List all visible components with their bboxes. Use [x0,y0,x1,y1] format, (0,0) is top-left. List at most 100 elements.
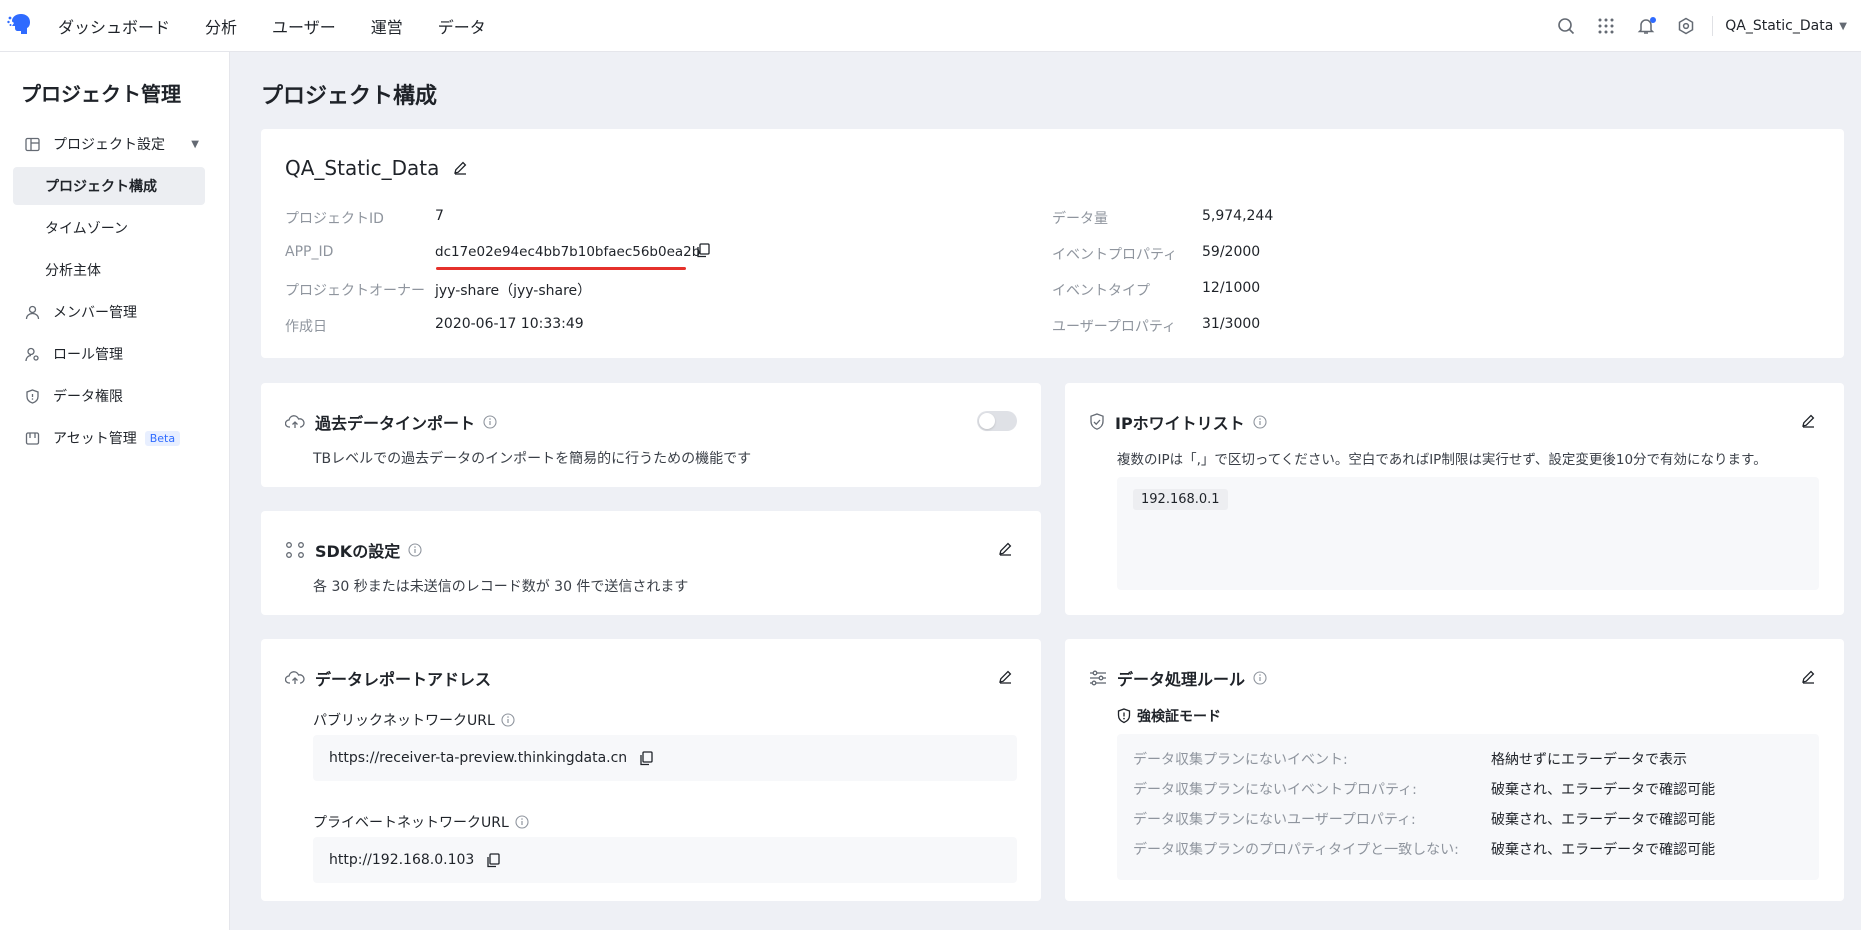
info-circle-icon[interactable] [483,415,497,429]
data-rules-card: データ処理ルール 強検証モード データ収集プランにないイベント: 格納せずにエラ… [1065,639,1844,901]
card-title-text: IPホワイトリスト [1115,414,1245,433]
notification-bell-icon[interactable] [1626,6,1666,46]
private-url-label: プライベートネットワークURL [313,812,529,832]
edit-project-name-icon[interactable] [453,156,468,180]
info-label: APP_ID [285,244,334,260]
info-value: 7 [435,208,444,224]
project-switcher[interactable]: QA_Static_Data ▼ [1725,18,1847,34]
sidebar-item-label: データ権限 [53,389,123,405]
cloud-upload-icon [285,670,305,686]
sidebar: プロジェクト管理 プロジェクト設定 ▼ プロジェクト構成 タイムゾーン 分析主体… [0,52,230,930]
private-url-box: http://192.168.0.103 [313,837,1017,883]
app-id-highlight-underline [436,267,686,270]
info-label: 作成日 [285,319,327,335]
search-icon[interactable] [1546,6,1586,46]
nav-dashboard[interactable]: ダッシュボード [58,14,170,38]
shield-check-icon [1089,413,1105,431]
layout-icon [23,137,41,152]
sidebar-title: プロジェクト管理 [21,82,181,106]
app-logo-icon[interactable] [2,8,38,44]
chevron-down-icon: ▼ [1839,20,1847,32]
toggle-knob [979,413,995,429]
rule-value: 破棄され、エラーデータで確認可能 [1491,782,1716,798]
sidebar-item-project-config[interactable]: プロジェクト構成 [13,167,205,205]
edit-data-rules-icon[interactable] [1798,666,1818,686]
info-value: 31/3000 [1202,316,1261,332]
sidebar-item-label: 分析主体 [45,263,101,279]
sidebar-item-label: メンバー管理 [53,305,137,321]
sidebar-item-roles[interactable]: ロール管理 [13,335,205,373]
info-label: イベントタイプ [1052,283,1150,299]
info-circle-icon[interactable] [1253,671,1267,685]
report-address-card: データレポートアドレス パブリックネットワークURL https://recei… [261,639,1041,901]
info-label: イベントプロパティ [1052,247,1178,263]
rule-key: データ収集プランにないユーザープロパティ: [1133,812,1416,828]
ip-list-box[interactable]: 192.168.0.1 [1117,477,1819,590]
settings-gear-icon[interactable] [1666,6,1706,46]
asset-icon [23,431,41,446]
sdk-settings-desc: 各 30 秒または未送信のレコード数が 30 件で送信されます [313,579,689,595]
rule-key: データ収集プランにないイベントプロパティ: [1133,782,1417,798]
info-circle-icon[interactable] [501,713,515,727]
info-circle-icon[interactable] [408,543,422,557]
sidebar-item-timezone[interactable]: タイムゾーン [13,209,205,247]
nav-data[interactable]: データ [438,14,486,38]
divider [1712,16,1714,36]
data-rules-title: データ処理ルール [1089,666,1267,690]
info-label: プロジェクトオーナー [285,283,425,299]
rule-key: データ収集プランのプロパティタイプと一致しない: [1133,842,1459,858]
info-value: 2020-06-17 10:33:49 [435,316,584,332]
info-value: 12/1000 [1202,280,1261,296]
edit-sdk-settings-icon[interactable] [995,538,1015,558]
nodes-icon [285,541,305,559]
sidebar-item-label: アセット管理 [53,431,137,447]
sdk-settings-card: SDKの設定 各 30 秒または未送信のレコード数が 30 件で送信されます [261,511,1041,615]
info-label: プロジェクトID [285,211,384,227]
project-name: QA_Static_Data [285,156,468,180]
rule-value: 格納せずにエラーデータで表示 [1491,752,1687,768]
copy-app-id-icon[interactable] [696,243,710,262]
card-title-text: SDKの設定 [315,542,401,561]
info-label: データ量 [1052,211,1108,227]
rule-value: 破棄され、エラーデータで確認可能 [1491,812,1716,828]
main-nav: ダッシュボード 分析 ユーザー 運営 データ [58,14,521,38]
sidebar-item-analysis-entity[interactable]: 分析主体 [13,251,205,289]
sidebar-item-data-permission[interactable]: データ権限 [13,377,205,415]
app-id-value: dc17e02e94ec4bb7b10bfaec56b0ea2b [435,244,701,260]
copy-private-url-icon[interactable] [486,852,500,868]
public-url-label: パブリックネットワークURL [313,710,515,730]
cloud-upload-icon [285,414,305,430]
history-import-toggle[interactable] [977,411,1017,431]
sidebar-item-label: プロジェクト設定 [53,137,165,153]
nav-analysis[interactable]: 分析 [205,14,237,38]
info-value: 5,974,244 [1202,208,1274,224]
page-title: プロジェクト構成 [261,84,438,109]
shield-alert-icon [1117,708,1131,724]
info-circle-icon[interactable] [515,815,529,829]
sliders-icon [1089,670,1107,686]
copy-public-url-icon[interactable] [639,750,653,766]
public-url-box: https://receiver-ta-preview.thinkingdata… [313,735,1017,781]
user-icon [23,305,41,320]
nav-users[interactable]: ユーザー [272,14,336,38]
notification-dot [1650,17,1657,23]
sidebar-item-project-settings[interactable]: プロジェクト設定 ▼ [13,125,205,163]
report-address-title: データレポートアドレス [285,666,491,690]
nav-operations[interactable]: 運営 [371,14,403,38]
edit-ip-whitelist-icon[interactable] [1798,410,1818,430]
card-title-text: 過去データインポート [315,414,476,433]
card-title-text: データレポートアドレス [315,670,492,689]
info-label: ユーザープロパティ [1052,319,1177,335]
info-circle-icon[interactable] [1253,415,1267,429]
sidebar-item-label: ロール管理 [53,347,123,363]
ip-whitelist-card: IPホワイトリスト 複数のIPは「,」で区切ってください。空白であればIP制限は… [1065,383,1844,615]
private-url-label-text: プライベートネットワークURL [313,815,509,831]
sidebar-item-asset-management[interactable]: アセット管理 Beta [13,419,205,457]
sidebar-item-members[interactable]: メンバー管理 [13,293,205,331]
top-bar: ダッシュボード 分析 ユーザー 運営 データ QA_Static_Data ▼ [0,0,1861,52]
apps-grid-icon[interactable] [1586,6,1626,46]
edit-report-address-icon[interactable] [995,666,1015,686]
ip-whitelist-desc: 複数のIPは「,」で区切ってください。空白であればIP制限は実行せず、設定変更後… [1117,452,1767,468]
info-value: 59/2000 [1202,244,1261,260]
validation-mode: 強検証モード [1117,706,1221,726]
